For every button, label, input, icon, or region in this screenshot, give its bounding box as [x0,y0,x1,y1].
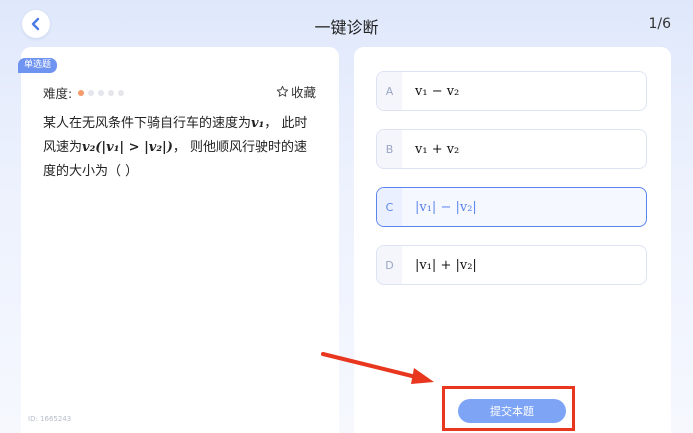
question-text-part: ， 则他顺风行驶时的速 [172,140,308,155]
question-line: 风速为v₂(|v₁| > |v₂|)， 则他顺风行驶时的速 [43,136,325,160]
favorite-label: 收藏 [291,85,317,100]
question-math: v₂(|v₁| > |v₂|) [82,140,173,155]
difficulty-dot [88,89,95,96]
annotation-highlight-box [442,386,575,431]
question-id: ID: 1665243 [28,415,72,423]
option-text: |v₁| − |v₂| [415,199,477,215]
question-text-part: 某人在无风条件下骑自行车的速度为 [43,116,252,131]
option-a[interactable]: A v₁ − v₂ [376,71,647,111]
option-text: v₁ − v₂ [415,83,460,99]
favorite-button[interactable]: 收藏 [276,82,316,101]
question-math: v₁ [251,116,265,131]
question-card [21,47,339,433]
question-progress: 1/6 [648,16,671,32]
option-text: |v₁| + |v₂| [415,257,477,273]
option-letter: D [377,246,402,284]
difficulty-dot [108,89,115,96]
question-line: 度的大小为（ ） [43,164,139,179]
option-c[interactable]: C |v₁| − |v₂| [376,187,647,227]
difficulty-dot [98,89,105,96]
option-text: v₁ + v₂ [415,141,460,157]
question-text: 某人在无风条件下骑自行车的速度为v₁， 此时 风速为v₂(|v₁| > |v₂|… [43,112,325,184]
option-letter: C [377,188,402,226]
page-title: 一键诊断 [314,18,379,37]
difficulty: 难度: [43,83,125,102]
question-text-part: ， 此时 [264,116,308,131]
difficulty-dot [118,89,125,96]
difficulty-label: 难度: [43,86,73,101]
difficulty-dot [78,89,85,96]
question-line: 某人在无风条件下骑自行车的速度为v₁， 此时 [43,112,325,136]
question-text-part: 风速为 [43,140,83,155]
option-letter: A [377,72,402,110]
option-d[interactable]: D |v₁| + |v₂| [376,245,647,285]
star-icon [276,85,289,97]
difficulty-dots [78,89,125,96]
annotation-arrow-icon [321,352,434,384]
option-b[interactable]: B v₁ + v₂ [376,129,647,169]
option-letter: B [377,130,402,168]
question-type-badge: 单选题 [18,58,58,73]
